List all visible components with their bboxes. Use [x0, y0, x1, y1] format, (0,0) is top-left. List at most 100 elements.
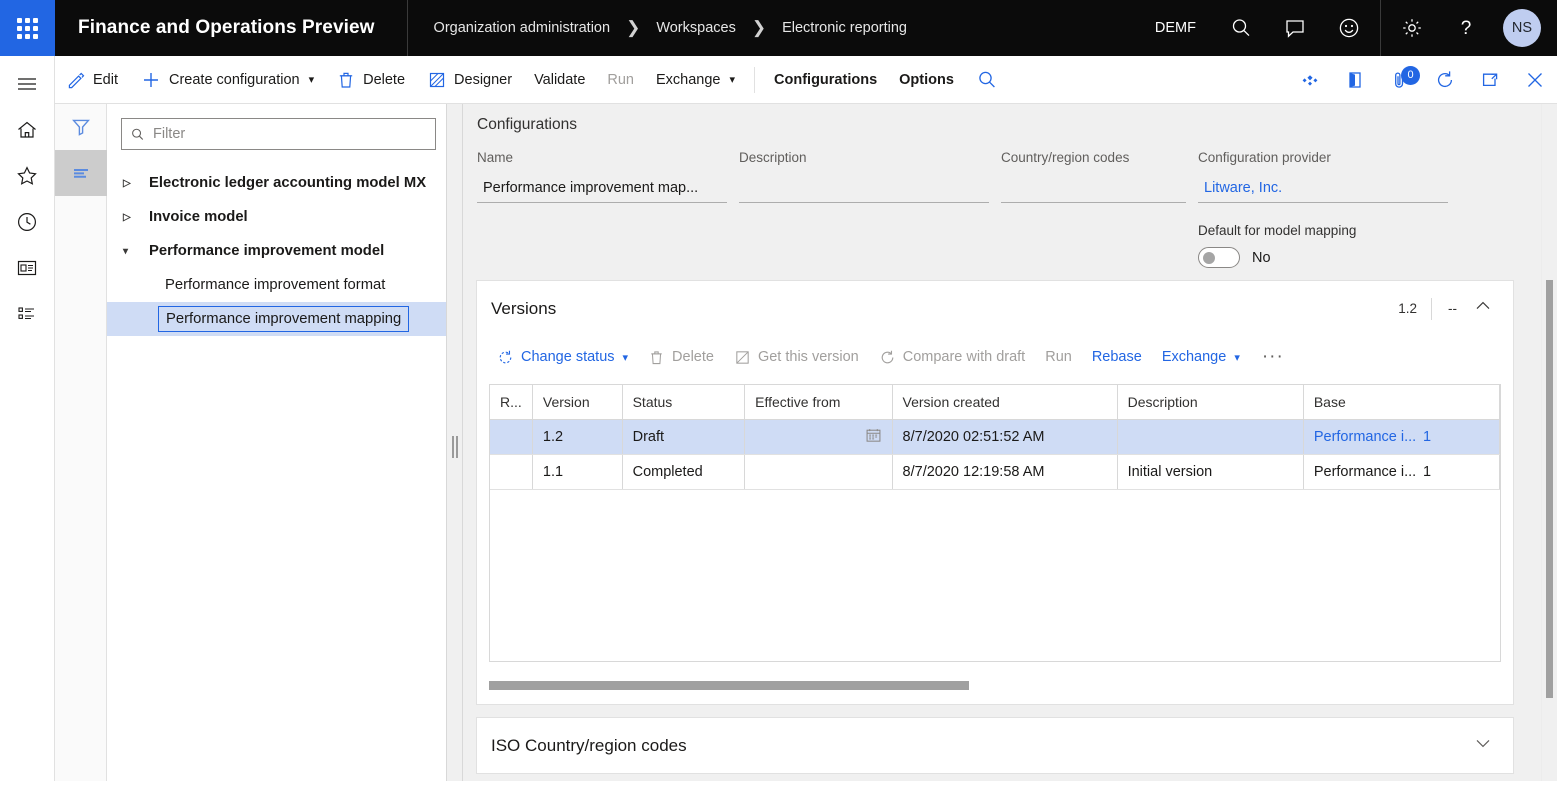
- attachments-icon[interactable]: 0: [1377, 56, 1422, 104]
- topbar-right-group: DEMF ? NS: [1137, 0, 1557, 56]
- tree-node-invoice-model[interactable]: ▷ Invoice model: [107, 200, 446, 234]
- home-icon[interactable]: [0, 107, 55, 153]
- validate-label: Validate: [534, 72, 585, 88]
- chevron-right-icon[interactable]: ▷: [123, 178, 149, 189]
- cell-version[interactable]: 1.2: [533, 420, 623, 454]
- iso-country-region-codes-section[interactable]: ISO Country/region codes: [476, 717, 1514, 774]
- tab-configurations[interactable]: Configurations: [763, 56, 888, 104]
- versions-horizontal-scrollbar[interactable]: [489, 681, 1503, 690]
- tab-options[interactable]: Options: [888, 56, 965, 104]
- cell-base[interactable]: Performance i... 1: [1304, 455, 1500, 489]
- cell-base-wrap: Performance i... 1: [1314, 429, 1489, 445]
- cell-description[interactable]: [1118, 420, 1304, 454]
- tree-node-performance-improvement-model[interactable]: ▾ Performance improvement model: [107, 234, 446, 268]
- tree-node-performance-improvement-format[interactable]: Performance improvement format: [107, 268, 446, 302]
- message-icon[interactable]: [1268, 0, 1322, 56]
- breadcrumb-item-electronic-reporting[interactable]: Electronic reporting: [782, 20, 907, 36]
- configuration-tree-pane: Filter ▷ Electronic ledger accounting mo…: [107, 104, 447, 789]
- hamburger-menu-icon[interactable]: [0, 61, 55, 107]
- get-this-version-button: Get this version: [724, 336, 869, 378]
- column-header-description[interactable]: Description: [1118, 385, 1304, 419]
- change-status-button[interactable]: Change status ▾: [487, 336, 638, 378]
- table-row[interactable]: 1.1 Completed 8/7/2020 12:19:58 AM Initi…: [490, 455, 1500, 490]
- compare-refresh-icon: [879, 349, 896, 366]
- breadcrumb-item-workspaces[interactable]: Workspaces: [656, 20, 736, 36]
- company-selector[interactable]: DEMF: [1137, 20, 1214, 36]
- cell-status[interactable]: Draft: [623, 420, 746, 454]
- share-icon[interactable]: [1287, 56, 1332, 104]
- app-launcher-icon[interactable]: [0, 0, 55, 56]
- chevron-down-icon[interactable]: [1473, 733, 1499, 758]
- create-configuration-button[interactable]: Create configuration ▾: [129, 56, 325, 104]
- default-mapping-value: No: [1252, 250, 1271, 266]
- refresh-icon[interactable]: [1422, 56, 1467, 104]
- tree-node-performance-improvement-mapping[interactable]: Performance improvement mapping: [107, 302, 446, 336]
- cell-base[interactable]: Performance i... 1: [1304, 420, 1500, 454]
- column-header-version-created[interactable]: Version created: [893, 385, 1118, 419]
- cell-description[interactable]: Initial version: [1118, 455, 1304, 489]
- favorites-star-icon[interactable]: [0, 153, 55, 199]
- field-provider-value[interactable]: Litware, Inc.: [1198, 174, 1448, 203]
- filter-input[interactable]: Filter: [121, 118, 436, 150]
- workspaces-icon[interactable]: [0, 245, 55, 291]
- column-header-effective-from[interactable]: Effective from: [745, 385, 892, 419]
- field-country-label: Country/region codes: [1001, 150, 1186, 165]
- breadcrumb-item-organization-administration[interactable]: Organization administration: [434, 20, 611, 36]
- designer-button[interactable]: Designer: [416, 56, 523, 104]
- cell-version-created[interactable]: 8/7/2020 02:51:52 AM: [893, 420, 1118, 454]
- calendar-icon[interactable]: [865, 427, 882, 448]
- help-icon[interactable]: ?: [1439, 0, 1493, 56]
- exchange-menu-button[interactable]: Exchange ▾: [645, 56, 746, 104]
- cell-version[interactable]: 1.1: [533, 455, 623, 489]
- pane-splitter[interactable]: [447, 104, 463, 789]
- cell-base-text[interactable]: Performance i...: [1314, 429, 1416, 445]
- modules-list-icon[interactable]: [0, 291, 55, 337]
- column-header-status[interactable]: Status: [623, 385, 746, 419]
- column-header-version[interactable]: Version: [533, 385, 623, 419]
- popout-icon[interactable]: [1467, 56, 1512, 104]
- rebase-button[interactable]: Rebase: [1082, 336, 1152, 378]
- search-icon[interactable]: [1214, 0, 1268, 56]
- search-icon[interactable]: [965, 56, 1010, 104]
- cell-base-text: Performance i...: [1314, 464, 1416, 480]
- column-header-base[interactable]: Base: [1304, 385, 1500, 419]
- field-description-input[interactable]: [739, 174, 989, 203]
- cell-effective-from[interactable]: [745, 455, 892, 489]
- versions-overflow-menu[interactable]: ···: [1250, 336, 1296, 378]
- versions-exchange-button[interactable]: Exchange ▾: [1152, 336, 1250, 378]
- filter-placeholder: Filter: [153, 126, 185, 142]
- scrollbar-thumb[interactable]: [489, 681, 969, 690]
- configuration-fields: Name Performance improvement map... Desc…: [463, 134, 1557, 268]
- edit-button[interactable]: Edit: [55, 56, 129, 104]
- avatar[interactable]: NS: [1503, 9, 1541, 47]
- content-scrollbar-thumb[interactable]: [1546, 280, 1553, 698]
- versions-section: Versions 1.2 -- Change status ▾: [476, 280, 1514, 705]
- chevron-down-icon[interactable]: ▾: [123, 246, 149, 257]
- office-app-icon[interactable]: [1332, 56, 1377, 104]
- bottom-strip: [0, 781, 1557, 789]
- chevron-right-icon[interactable]: ▷: [123, 212, 149, 223]
- list-lines-icon[interactable]: [55, 150, 107, 196]
- gear-icon[interactable]: [1385, 0, 1439, 56]
- feedback-smiley-icon[interactable]: [1322, 0, 1376, 56]
- column-header-r[interactable]: R...: [490, 385, 533, 419]
- tree-node-label: Performance improvement model: [149, 243, 384, 259]
- field-name-input[interactable]: Performance improvement map...: [477, 174, 727, 203]
- cell-status[interactable]: Completed: [623, 455, 746, 489]
- table-row[interactable]: 1.2 Draft 8/7/2020 02:51:52 AM Performan…: [490, 420, 1500, 455]
- default-mapping-toggle[interactable]: [1198, 247, 1240, 268]
- validate-button[interactable]: Validate: [523, 56, 596, 104]
- delete-button[interactable]: Delete: [325, 56, 416, 104]
- chevron-up-icon[interactable]: [1473, 296, 1499, 321]
- options-label: Options: [899, 72, 954, 88]
- topbar-divider-2: [1380, 0, 1381, 56]
- filter-funnel-icon[interactable]: [55, 104, 107, 150]
- field-country-input[interactable]: [1001, 174, 1186, 203]
- configuration-tree: ▷ Electronic ledger accounting model MX …: [107, 166, 446, 336]
- content-scrollbar-track[interactable]: [1541, 104, 1557, 789]
- close-icon[interactable]: [1512, 56, 1557, 104]
- recent-clock-icon[interactable]: [0, 199, 55, 245]
- cell-effective-from[interactable]: [745, 420, 892, 454]
- tree-node-electronic-ledger-accounting-model-mx[interactable]: ▷ Electronic ledger accounting model MX: [107, 166, 446, 200]
- cell-version-created[interactable]: 8/7/2020 12:19:58 AM: [893, 455, 1118, 489]
